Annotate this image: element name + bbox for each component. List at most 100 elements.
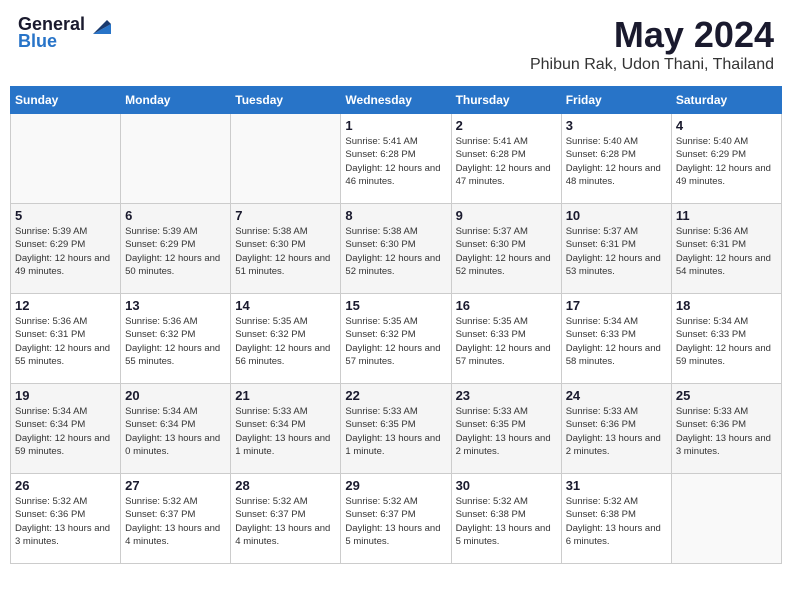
logo-blue-text: Blue [18,31,57,52]
calendar-cell: 15 Sunrise: 5:35 AM Sunset: 6:32 PM Dayli… [341,294,451,384]
day-info: Sunrise: 5:39 AM Sunset: 6:29 PM Dayligh… [15,225,116,278]
calendar-cell [231,114,341,204]
calendar-cell: 28 Sunrise: 5:32 AM Sunset: 6:37 PM Dayli… [231,474,341,564]
calendar-cell [11,114,121,204]
day-info: Sunrise: 5:32 AM Sunset: 6:36 PM Dayligh… [15,495,116,548]
calendar-cell: 21 Sunrise: 5:33 AM Sunset: 6:34 PM Dayli… [231,384,341,474]
day-number: 1 [345,118,446,133]
calendar-cell: 6 Sunrise: 5:39 AM Sunset: 6:29 PM Daylig… [121,204,231,294]
calendar-cell: 29Sunrise: 5:32 AM Sunset: 6:37 PM Dayli… [341,474,451,564]
calendar-cell: 2Sunrise: 5:41 AM Sunset: 6:28 PM Daylig… [451,114,561,204]
day-number: 31 [566,478,667,493]
location-text: Phibun Rak, Udon Thani, Thailand [530,56,774,74]
calendar-cell: 13 Sunrise: 5:36 AM Sunset: 6:32 PM Dayli… [121,294,231,384]
calendar-cell: 11 Sunrise: 5:36 AM Sunset: 6:31 PM Dayli… [671,204,781,294]
day-info: Sunrise: 5:35 AM Sunset: 6:32 PM Dayligh… [345,315,446,368]
calendar-cell: 7 Sunrise: 5:38 AM Sunset: 6:30 PM Daylig… [231,204,341,294]
day-header-sunday: Sunday [11,87,121,114]
calendar-table: SundayMondayTuesdayWednesdayThursdayFrid… [10,86,782,564]
calendar-week-1: 1 Sunrise: 5:41 AM Sunset: 6:28 PM Daylig… [11,114,782,204]
calendar-cell: 18 Sunrise: 5:34 AM Sunset: 6:33 PM Dayli… [671,294,781,384]
calendar-cell: 25 Sunrise: 5:33 AM Sunset: 6:36 PM Dayli… [671,384,781,474]
calendar-cell [671,474,781,564]
calendar-cell: 24Sunrise: 5:33 AM Sunset: 6:36 PM Dayli… [561,384,671,474]
day-number: 3 [566,118,667,133]
day-number: 28 [235,478,336,493]
day-info: Sunrise: 5:37 AM Sunset: 6:30 PM Dayligh… [456,225,557,278]
day-number: 19 [15,388,116,403]
day-number: 27 [125,478,226,493]
day-number: 7 [235,208,336,223]
calendar-cell: 19Sunrise: 5:34 AM Sunset: 6:34 PM Dayli… [11,384,121,474]
calendar-cell: 20Sunrise: 5:34 AM Sunset: 6:34 PM Dayli… [121,384,231,474]
day-number: 29 [345,478,446,493]
day-header-thursday: Thursday [451,87,561,114]
day-info: Sunrise: 5:39 AM Sunset: 6:29 PM Dayligh… [125,225,226,278]
day-number: 13 [125,298,226,313]
day-header-friday: Friday [561,87,671,114]
day-number: 16 [456,298,557,313]
calendar-week-4: 19Sunrise: 5:34 AM Sunset: 6:34 PM Dayli… [11,384,782,474]
day-number: 11 [676,208,777,223]
calendar-cell: 22Sunrise: 5:33 AM Sunset: 6:35 PM Dayli… [341,384,451,474]
day-info: Sunrise: 5:41 AM Sunset: 6:28 PM Dayligh… [456,135,557,188]
calendar-cell: 16 Sunrise: 5:35 AM Sunset: 6:33 PM Dayli… [451,294,561,384]
day-info: Sunrise: 5:38 AM Sunset: 6:30 PM Dayligh… [235,225,336,278]
day-number: 21 [235,388,336,403]
day-info: Sunrise: 5:34 AM Sunset: 6:33 PM Dayligh… [676,315,777,368]
day-number: 10 [566,208,667,223]
day-info: Sunrise: 5:33 AM Sunset: 6:35 PM Dayligh… [456,405,557,458]
day-number: 20 [125,388,226,403]
calendar-cell: 10 Sunrise: 5:37 AM Sunset: 6:31 PM Dayli… [561,204,671,294]
day-number: 6 [125,208,226,223]
day-info: Sunrise: 5:36 AM Sunset: 6:31 PM Dayligh… [15,315,116,368]
day-number: 24 [566,388,667,403]
day-header-saturday: Saturday [671,87,781,114]
day-info: Sunrise: 5:33 AM Sunset: 6:35 PM Dayligh… [345,405,446,458]
day-number: 25 [676,388,777,403]
logo-icon [89,16,111,34]
title-block: May 2024 Phibun Rak, Udon Thani, Thailan… [530,14,774,74]
day-number: 4 [676,118,777,133]
day-info: Sunrise: 5:38 AM Sunset: 6:30 PM Dayligh… [345,225,446,278]
day-info: Sunrise: 5:32 AM Sunset: 6:37 PM Dayligh… [125,495,226,548]
calendar-cell: 8Sunrise: 5:38 AM Sunset: 6:30 PM Daylig… [341,204,451,294]
calendar-cell: 27 Sunrise: 5:32 AM Sunset: 6:37 PM Dayli… [121,474,231,564]
day-header-tuesday: Tuesday [231,87,341,114]
calendar-week-5: 26 Sunrise: 5:32 AM Sunset: 6:36 PM Dayli… [11,474,782,564]
calendar-cell: 14 Sunrise: 5:35 AM Sunset: 6:32 PM Dayli… [231,294,341,384]
calendar-cell: 17 Sunrise: 5:34 AM Sunset: 6:33 PM Dayli… [561,294,671,384]
day-info: Sunrise: 5:34 AM Sunset: 6:33 PM Dayligh… [566,315,667,368]
calendar-cell: 5 Sunrise: 5:39 AM Sunset: 6:29 PM Daylig… [11,204,121,294]
day-info: Sunrise: 5:35 AM Sunset: 6:33 PM Dayligh… [456,315,557,368]
day-info: Sunrise: 5:36 AM Sunset: 6:32 PM Dayligh… [125,315,226,368]
calendar-cell: 26 Sunrise: 5:32 AM Sunset: 6:36 PM Dayli… [11,474,121,564]
calendar-cell: 12Sunrise: 5:36 AM Sunset: 6:31 PM Dayli… [11,294,121,384]
calendar-cell: 9 Sunrise: 5:37 AM Sunset: 6:30 PM Daylig… [451,204,561,294]
calendar-cell: 31Sunrise: 5:32 AM Sunset: 6:38 PM Dayli… [561,474,671,564]
day-info: Sunrise: 5:33 AM Sunset: 6:34 PM Dayligh… [235,405,336,458]
day-number: 17 [566,298,667,313]
day-number: 26 [15,478,116,493]
day-number: 18 [676,298,777,313]
day-number: 14 [235,298,336,313]
day-info: Sunrise: 5:32 AM Sunset: 6:37 PM Dayligh… [235,495,336,548]
day-info: Sunrise: 5:33 AM Sunset: 6:36 PM Dayligh… [676,405,777,458]
day-header-monday: Monday [121,87,231,114]
day-number: 9 [456,208,557,223]
calendar-cell: 4 Sunrise: 5:40 AM Sunset: 6:29 PM Daylig… [671,114,781,204]
day-info: Sunrise: 5:40 AM Sunset: 6:29 PM Dayligh… [676,135,777,188]
calendar-cell: 30Sunrise: 5:32 AM Sunset: 6:38 PM Dayli… [451,474,561,564]
day-info: Sunrise: 5:40 AM Sunset: 6:28 PM Dayligh… [566,135,667,188]
day-number: 30 [456,478,557,493]
month-year-title: May 2024 [530,14,774,56]
logo: General Blue [18,14,111,52]
day-number: 5 [15,208,116,223]
day-info: Sunrise: 5:37 AM Sunset: 6:31 PM Dayligh… [566,225,667,278]
page-header: General Blue May 2024 Phibun Rak, Udon T… [10,10,782,78]
day-number: 23 [456,388,557,403]
day-number: 15 [345,298,446,313]
day-info: Sunrise: 5:35 AM Sunset: 6:32 PM Dayligh… [235,315,336,368]
day-info: Sunrise: 5:36 AM Sunset: 6:31 PM Dayligh… [676,225,777,278]
calendar-cell [121,114,231,204]
